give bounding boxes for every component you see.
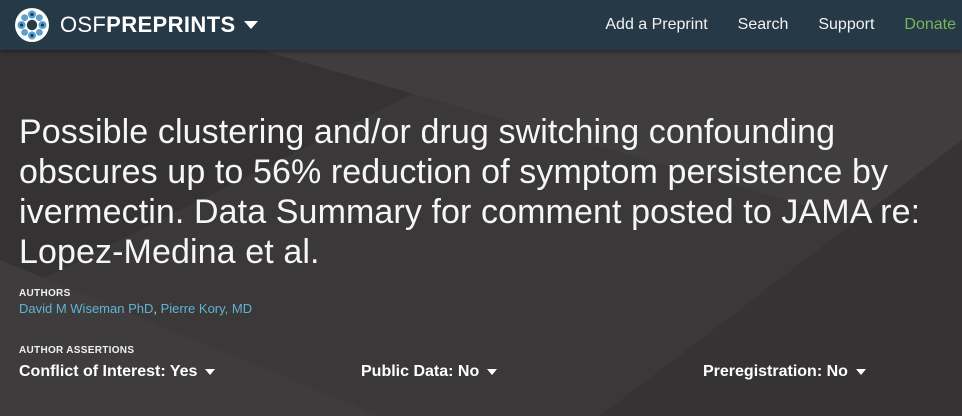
author-separator: , <box>153 301 161 316</box>
top-navbar: OSF PREPRINTS Add a Preprint Search Supp… <box>0 0 962 50</box>
nav-donate-link[interactable]: Donate <box>889 0 962 50</box>
brand-menu-toggle[interactable]: OSF PREPRINTS <box>14 7 258 43</box>
brand-osf-text: OSF <box>60 12 107 37</box>
nav-support-link[interactable]: Support <box>803 0 889 50</box>
conflict-of-interest-label: Conflict of Interest: Yes <box>19 363 198 380</box>
caret-down-icon <box>487 369 498 375</box>
preregistration-label: Preregistration: No <box>703 363 848 380</box>
conflict-of-interest-dropdown[interactable]: Conflict of Interest: Yes <box>19 363 216 381</box>
nav-add-preprint-link[interactable]: Add a Preprint <box>590 0 722 50</box>
caret-down-icon <box>205 369 216 375</box>
public-data-label: Public Data: No <box>361 363 480 380</box>
nav-links: Add a Preprint Search Support Donate <box>590 0 962 50</box>
nav-search-link[interactable]: Search <box>723 0 804 50</box>
preregistration-dropdown[interactable]: Preregistration: No <box>703 363 866 381</box>
public-data-dropdown[interactable]: Public Data: No <box>361 363 498 381</box>
brand-product-text: PREPRINTS <box>106 12 236 37</box>
osf-logo-icon <box>15 8 49 42</box>
author-list: David M Wiseman PhD, Pierre Kory, MD <box>19 301 252 316</box>
caret-down-icon <box>243 20 258 29</box>
preprint-title: Possible clustering and/or drug switchin… <box>19 113 921 271</box>
author-link[interactable]: Pierre Kory, MD <box>161 301 253 316</box>
preprint-header: Possible clustering and/or drug switchin… <box>0 50 962 416</box>
author-link[interactable]: David M Wiseman PhD <box>19 301 153 316</box>
authors-label: AUTHORS <box>19 288 71 299</box>
caret-down-icon <box>855 369 866 375</box>
author-assertions-label: AUTHOR ASSERTIONS <box>19 345 135 356</box>
